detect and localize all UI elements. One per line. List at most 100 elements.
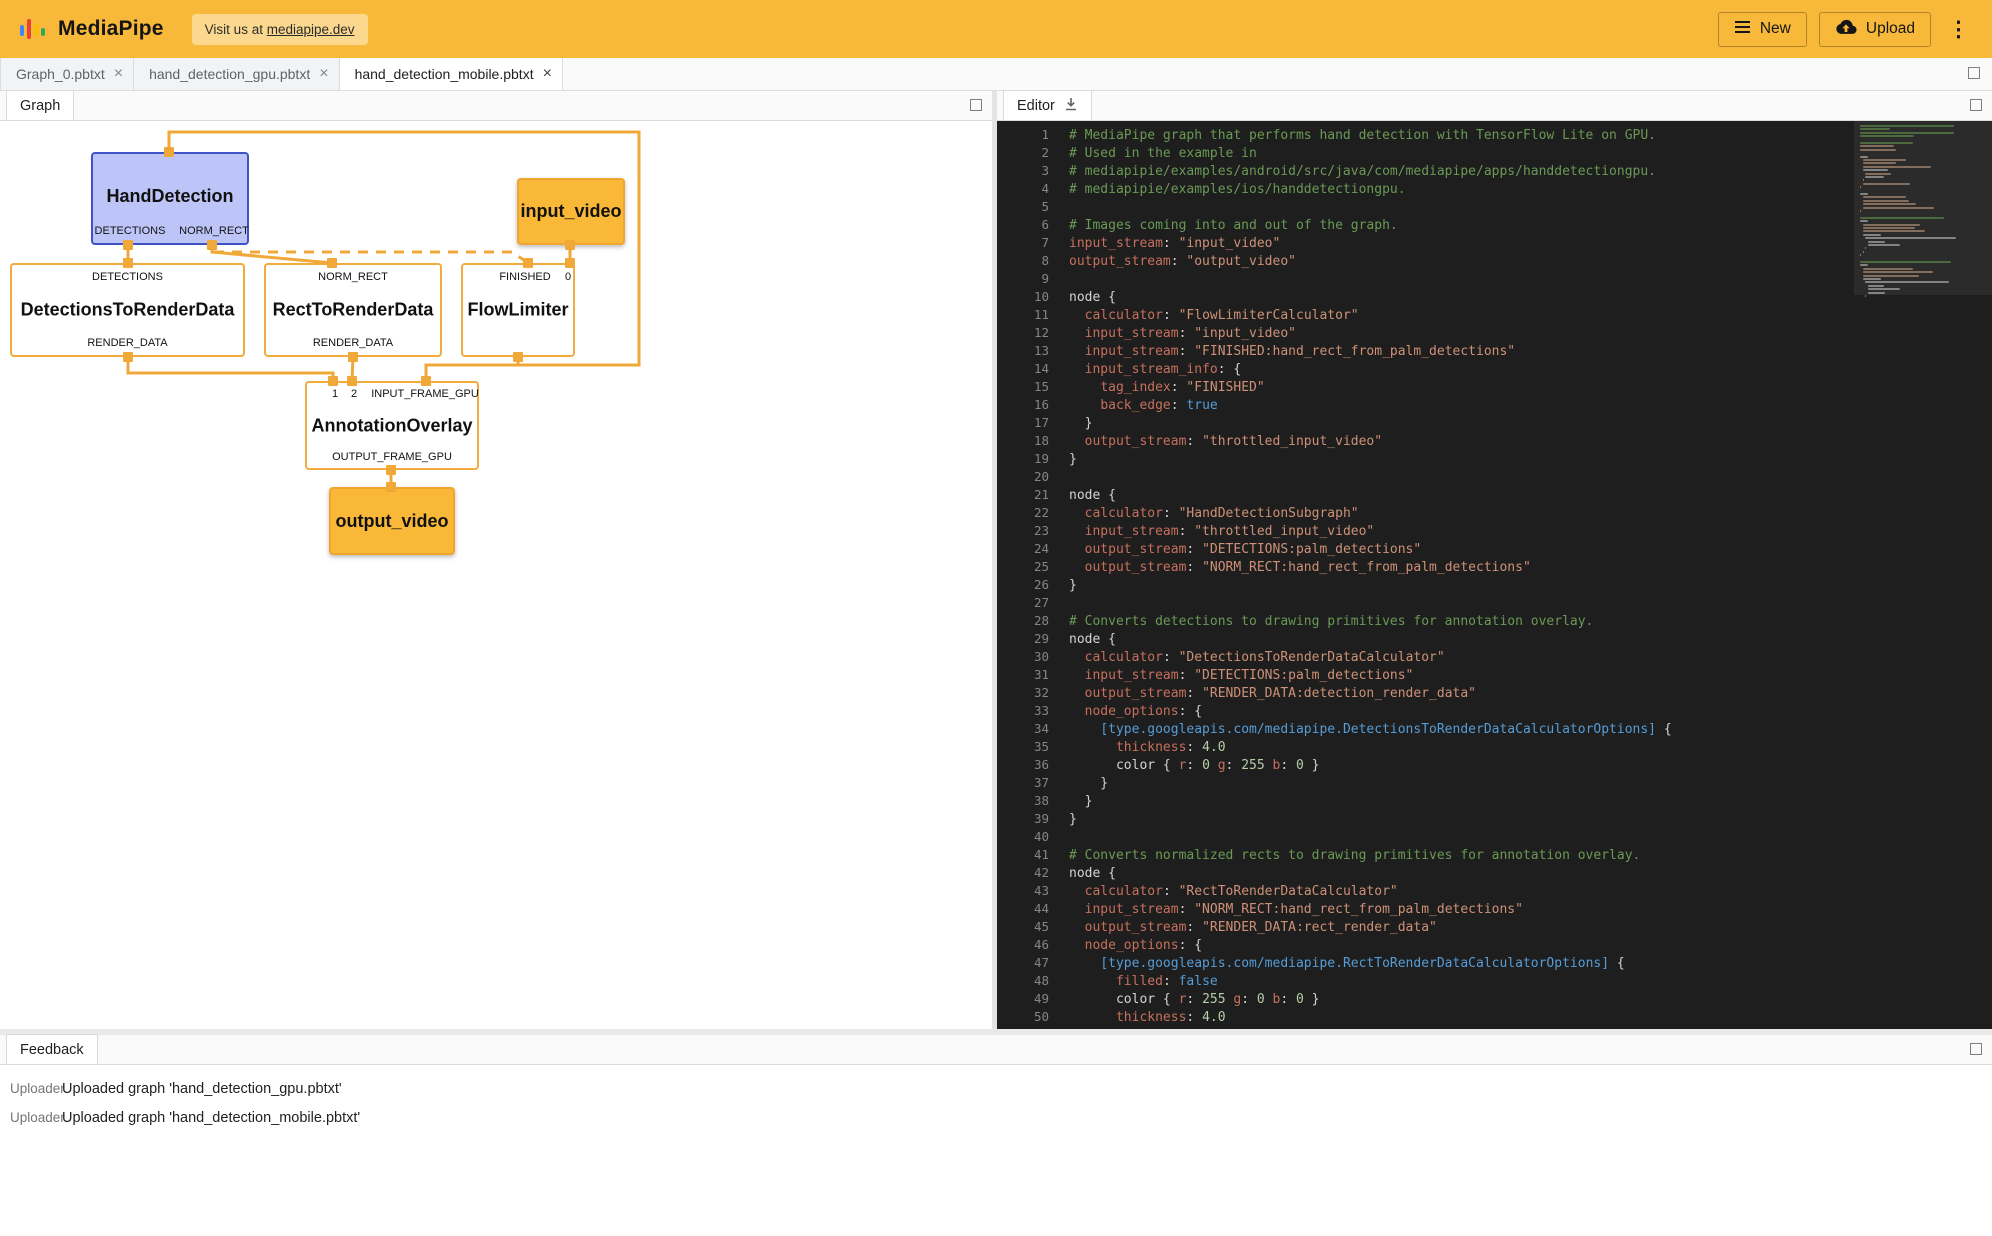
port-square [523,258,533,268]
main-split: Graph [0,91,1992,1029]
line-number: 14 [1009,360,1069,378]
graph-node-input-video[interactable]: input_video [517,178,625,245]
graph-node-detectionstorenderdata[interactable]: DETECTIONS DetectionsToRenderData RENDER… [10,263,245,357]
code-line: 13 input_stream: "FINISHED:hand_rect_fro… [997,342,1852,360]
feedback-message: Uploaded graph 'hand_detection_gpu.pbtxt… [62,1081,342,1097]
graph-node-recttorenderdata[interactable]: NORM_RECT RectToRenderData RENDER_DATA [264,263,442,357]
feedback-row: UploaderUploaded graph 'hand_detection_m… [0,1103,1992,1132]
cloud-upload-icon [1835,19,1857,40]
port-label-finished: FINISHED [499,271,550,283]
line-number: 13 [1009,342,1069,360]
code-line: 22 calculator: "HandDetectionSubgraph" [997,504,1852,522]
port-label-1: 1 [332,388,338,400]
code-line: 47 [type.googleapis.com/mediapipe.RectTo… [997,954,1852,972]
port-label-out: RENDER_DATA [266,337,440,349]
maximize-icon[interactable] [1968,67,1980,79]
mediapipe-visualizer: MediaPipe Visit us at mediapipe.dev New … [0,0,1992,1236]
feedback-tab[interactable]: Feedback [6,1034,98,1064]
graph-node-flowlimiter[interactable]: FINISHED 0 FlowLimiter [461,263,575,357]
code-editor[interactable]: 1# MediaPipe graph that performs hand de… [997,121,1992,1029]
code-line: 19} [997,450,1852,468]
node-title: FlowLimiter [463,300,573,321]
graph-node-handdetection[interactable]: HandDetection DETECTIONS NORM_RECT [91,152,249,245]
code-line: 21node { [997,486,1852,504]
port-label-output-frame-gpu: OUTPUT_FRAME_GPU [307,451,477,463]
line-number: 31 [1009,666,1069,684]
feedback-popout-icon[interactable] [1970,1043,1982,1055]
port-square [123,258,133,268]
edge-throttled-to-annotation [426,365,518,381]
line-number: 26 [1009,576,1069,594]
code-line: 45 output_stream: "RENDER_DATA:rect_rend… [997,918,1852,936]
line-number: 11 [1009,306,1069,324]
line-number: 3 [1009,162,1069,180]
line-number: 24 [1009,540,1069,558]
code-line: 24 output_stream: "DETECTIONS:palm_detec… [997,540,1852,558]
code-line: 27 [997,594,1852,612]
line-number: 37 [1009,774,1069,792]
graph-node-output-video[interactable]: output_video [329,487,455,555]
line-number: 1 [1009,126,1069,144]
edge-detection-render-data [128,357,333,381]
code-line: 36 color { r: 0 g: 255 b: 0 } [997,756,1852,774]
file-tab[interactable]: Graph_0.pbtxt× [0,58,134,90]
port-square [347,376,357,386]
port-square [513,352,523,362]
code-line: 12 input_stream: "input_video" [997,324,1852,342]
line-number: 10 [1009,288,1069,306]
line-number: 44 [1009,900,1069,918]
line-number: 18 [1009,432,1069,450]
node-title: DetectionsToRenderData [12,300,243,321]
line-number: 46 [1009,936,1069,954]
code-line: 34 [type.googleapis.com/mediapipe.Detect… [997,720,1852,738]
graph-node-annotationoverlay[interactable]: 1 2 INPUT_FRAME_GPU AnnotationOverlay OU… [305,381,479,470]
line-number: 19 [1009,450,1069,468]
app-title: MediaPipe [58,17,164,41]
visit-pill[interactable]: Visit us at mediapipe.dev [192,14,368,45]
node-title: input_video [520,201,621,222]
line-number: 50 [1009,1008,1069,1026]
line-number: 17 [1009,414,1069,432]
code-lines: 1# MediaPipe graph that performs hand de… [997,126,1852,1029]
file-tab[interactable]: hand_detection_gpu.pbtxt × [134,58,339,90]
feedback-log: UploaderUploaded graph 'hand_detection_g… [0,1065,1992,1132]
code-line: 32 output_stream: "RENDER_DATA:detection… [997,684,1852,702]
visit-text: Visit us at [205,22,267,37]
minimap[interactable] [1854,121,1992,1029]
graph-popout-icon[interactable] [970,99,982,111]
code-line: 31 input_stream: "DETECTIONS:palm_detect… [997,666,1852,684]
file-tab[interactable]: hand_detection_mobile.pbtxt× [340,58,563,90]
code-line: 30 calculator: "DetectionsToRenderDataCa… [997,648,1852,666]
line-number: 12 [1009,324,1069,342]
close-tab-icon[interactable]: × [319,66,328,82]
graph-tab[interactable]: Graph [6,90,74,120]
more-options-icon[interactable]: ⋮ [1943,19,1974,40]
graph-canvas[interactable]: HandDetection DETECTIONS NORM_RECT input… [0,121,992,1029]
code-line: 28# Converts detections to drawing primi… [997,612,1852,630]
line-number: 6 [1009,216,1069,234]
visit-link[interactable]: mediapipe.dev [267,22,355,37]
close-tab-icon[interactable]: × [543,66,552,82]
editor-popout-icon[interactable] [1970,99,1982,111]
line-number: 42 [1009,864,1069,882]
close-tab-icon[interactable]: × [114,66,123,82]
port-square [565,258,575,268]
line-number: 45 [1009,918,1069,936]
new-button[interactable]: New [1718,12,1807,47]
file-tab-label: hand_detection_gpu.pbtxt [149,66,310,82]
code-line: 1# MediaPipe graph that performs hand de… [997,126,1852,144]
port-square [123,352,133,362]
code-line: 26} [997,576,1852,594]
node-title: RectToRenderData [266,300,440,321]
line-number: 15 [1009,378,1069,396]
code-line: 7input_stream: "input_video" [997,234,1852,252]
file-tab-bar: Graph_0.pbtxt×hand_detection_gpu.pbtxt×h… [0,58,1992,91]
upload-button[interactable]: Upload [1819,12,1931,47]
feedback-source: Uploader [0,1081,62,1096]
line-number: 21 [1009,486,1069,504]
download-icon[interactable] [1064,97,1078,115]
editor-tab[interactable]: Editor [1003,90,1092,120]
code-line: 16 back_edge: true [997,396,1852,414]
line-number: 25 [1009,558,1069,576]
graph-panel: Graph [0,91,997,1029]
